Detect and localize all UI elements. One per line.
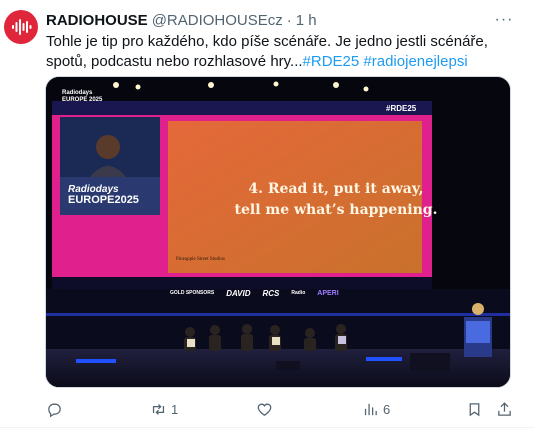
more-options-button[interactable]: ···: [494, 11, 514, 29]
top-logo-line1: Radiodays: [62, 90, 93, 96]
author-name[interactable]: RADIOHOUSE: [46, 12, 148, 29]
top-logo-line2: EUROPE 2025: [62, 97, 103, 103]
separator-dot: ·: [286, 11, 292, 29]
sponsor-aperi: APERI: [317, 289, 339, 297]
sponsor-david: DAVID: [226, 288, 251, 298]
tweet-photo[interactable]: Radiodays EUROPE 2025 #RDE25 Radiodays E…: [45, 76, 511, 388]
share-icon: [498, 401, 511, 416]
tweet-card[interactable]: RADIOHOUSE @RADIOHOUSEcz · 1 h ··· Tohle…: [0, 0, 534, 428]
soundwave-logo-icon: [12, 19, 32, 35]
sponsor-radio: Radio: [291, 290, 306, 296]
avatar[interactable]: [4, 10, 38, 44]
heart-icon: [257, 403, 272, 416]
action-bar: 1 6: [46, 400, 516, 418]
sponsor-bar: GOLD SPONSORS DAVID RCS Radio APERI: [170, 288, 339, 298]
top-screen-logo: Radiodays EUROPE 2025: [62, 90, 102, 104]
slide-text: 4. Read it, put it away, tell me what’s …: [216, 179, 456, 221]
timestamp[interactable]: 1 h: [296, 12, 317, 29]
tweet-header: RADIOHOUSE @RADIOHOUSEcz · 1 h: [46, 11, 317, 29]
like-button[interactable]: [256, 400, 277, 418]
slide-text-line2: tell me what’s happening.: [234, 202, 438, 218]
more-icon: ···: [494, 11, 514, 28]
stage-logo-line2: EUROPE2025: [68, 194, 139, 206]
tweet-text: Tohle je tip pro každého, kdo píše scéná…: [46, 32, 516, 72]
reply-icon: [48, 403, 61, 417]
hashtag-links[interactable]: #RDE25 #radiojenejlepsi: [303, 53, 468, 70]
screen-hashtag: #RDE25: [386, 104, 417, 113]
conference-stage-photo: [46, 77, 510, 387]
views-button[interactable]: 6: [362, 400, 390, 418]
bookmark-icon: [469, 402, 480, 416]
repost-button[interactable]: 1: [150, 400, 178, 418]
slide-text-line1: 4. Read it, put it away,: [248, 181, 424, 197]
views-icon: [364, 403, 377, 415]
author-handle[interactable]: @RADIOHOUSEcz: [152, 12, 283, 29]
stage-logo: Radiodays EUROPE2025: [68, 185, 139, 206]
sponsors-label: GOLD SPONSORS: [170, 290, 215, 296]
share-button[interactable]: [496, 400, 513, 418]
sponsor-rcs: RCS: [262, 288, 280, 298]
repost-count: 1: [171, 401, 179, 417]
views-count: 6: [383, 401, 391, 417]
repost-icon: [152, 403, 165, 415]
slide-credit: Pineapple Street Studios: [176, 257, 225, 262]
reply-button[interactable]: [46, 400, 67, 418]
bookmark-button[interactable]: [466, 400, 483, 418]
